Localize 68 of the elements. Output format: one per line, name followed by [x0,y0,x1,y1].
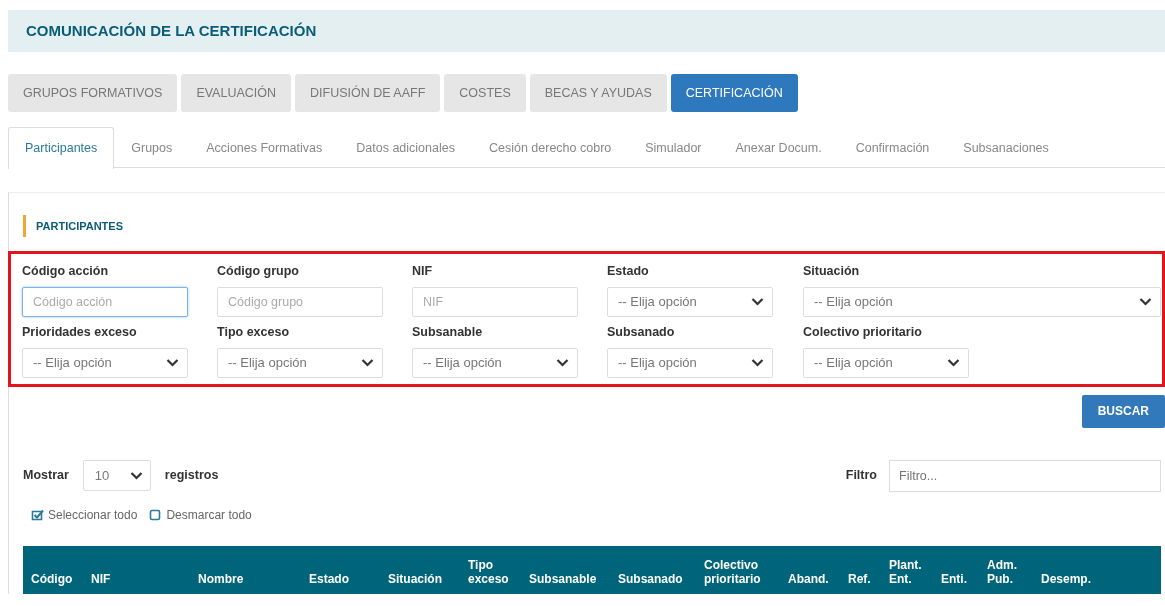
chevron-icon [1139,297,1152,307]
column-header: Adm. Pub. [979,545,1033,595]
filter-label: Filtro [845,467,877,485]
module-tab[interactable]: BECAS Y AYUDAS [529,74,667,112]
show-label: Mostrar [23,467,69,485]
field-label: Estado [607,263,650,280]
page-length-select[interactable]: 10 [82,460,151,491]
column-header: Plant. Ent. [881,545,933,595]
column-header: Subsanado [610,545,696,595]
section-tab[interactable]: Simulador [628,127,719,168]
records-label: registros [164,467,219,485]
input-field[interactable]: Código acción [22,286,188,317]
column-header: Enti. [933,545,979,595]
field-label: Subsanable [412,323,484,341]
column-header: Subsanable [521,545,610,595]
section-tab[interactable]: Anexar Docum. [718,127,839,168]
column-header: Código [23,545,83,595]
field-label: Código grupo [217,263,300,280]
module-tab[interactable]: DIFUSIÓN DE AAFF [295,74,441,112]
dropdown-select[interactable]: -- Elija opción [412,347,578,378]
search-button[interactable]: BUSCAR [1081,394,1165,428]
chevron-icon [751,297,764,307]
dropdown-select[interactable]: -- Elija opción [803,347,969,378]
chevron-icon [556,358,569,367]
column-header: Aband. [780,545,840,595]
column-header: NIF [83,545,190,595]
dropdown-select[interactable]: -- Elija opción [607,286,773,317]
field-label: Código acción [22,263,110,280]
module-tab[interactable]: CERTIFICACIÓN [670,74,798,112]
field-label: Situación [803,263,861,280]
column-header: Desemp. [1033,545,1161,595]
section-tab[interactable]: Cesión derecho cobro [471,127,629,168]
dropdown-select[interactable]: -- Elija opción [607,347,773,378]
field-label: Tipo exceso [217,323,291,341]
field-label: Prioridades exceso [22,323,138,341]
column-header: Estado [301,545,380,595]
field-label: NIF [412,263,434,280]
chevron-icon [751,358,764,367]
column-header: Nombre [190,545,301,595]
section-title: PARTICIPANTES [23,215,1165,237]
chevron-icon [129,471,143,480]
column-header: Situación [380,545,460,595]
input-field[interactable]: Código grupo [217,286,383,317]
column-header: Tipo exceso [460,545,521,595]
section-tab[interactable]: Subsanaciones [946,127,1066,168]
filter-field[interactable]: Filtro... [889,459,1161,492]
input-field[interactable]: NIF [412,286,578,317]
module-tab[interactable]: COSTES [444,74,526,112]
section-tab[interactable]: Datos adicionales [339,127,472,168]
dropdown-select[interactable]: -- Elija opción [217,347,383,378]
field-label: Colectivo prioritario [803,323,923,341]
select-link[interactable]: Seleccionar todo [31,505,138,524]
select-link[interactable]: Desmarcar todo [149,505,252,524]
module-tab[interactable]: GRUPOS FORMATIVOS [8,74,178,112]
column-header: Colectivo prioritario [696,545,780,595]
section-tab[interactable]: Grupos [114,127,190,168]
field-label: Subsanado [607,323,676,341]
page-title: COMUNICACIÓN DE LA CERTIFICACIÓN [26,20,317,41]
section-tab[interactable]: Acciones Formativas [189,127,340,168]
chevron-icon [361,358,374,367]
dropdown-select[interactable]: -- Elija opción [803,286,1161,317]
column-header: Ref. [840,545,881,595]
dropdown-select[interactable]: -- Elija opción [22,347,188,378]
module-tab[interactable]: EVALUACIÓN [181,74,292,112]
section-tab[interactable]: Participantes [8,127,115,169]
chevron-icon [947,358,960,367]
chevron-icon [166,358,179,367]
section-tab[interactable]: Confirmación [838,127,947,168]
